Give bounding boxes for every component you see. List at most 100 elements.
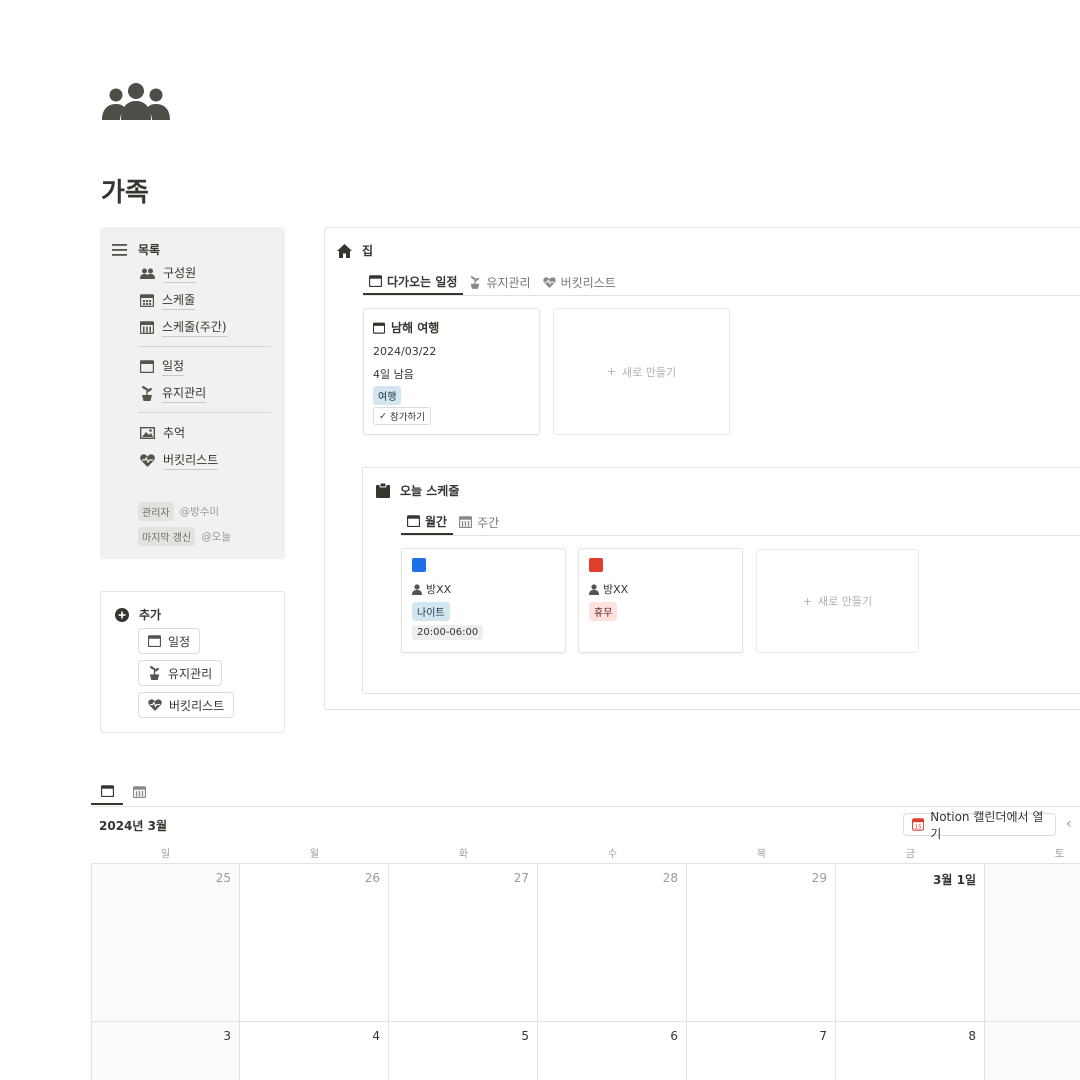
day-number: 29 (811, 871, 827, 885)
tab-maintenance[interactable]: 유지관리 (463, 269, 536, 295)
join-button[interactable]: ✓ 참가하기 (373, 407, 431, 425)
tab-monthly[interactable]: 월간 (401, 509, 454, 535)
calendar-day-cell[interactable] (985, 1022, 1080, 1080)
add-maintenance-button[interactable]: 유지관리 (138, 660, 223, 686)
calendar-day-cell[interactable]: 8 (836, 1022, 985, 1080)
tab-underline (401, 535, 1080, 536)
nav-panel: 목록 구성원 스케줄 스케줄(주간) 일정 유지관리 추억 버킷리스트 관리자 … (100, 227, 285, 559)
event-title: 남해 여행 (373, 319, 439, 336)
home-heading: 집 (337, 242, 373, 259)
menu-icon (112, 243, 127, 256)
chevron-left-icon[interactable]: ‹ (1066, 816, 1072, 832)
calendar-day-cell[interactable]: 29 (687, 864, 836, 1022)
svg-text:15: 15 (915, 825, 923, 831)
tab-bucketlist[interactable]: 버킷리스트 (537, 269, 622, 295)
today-tabs: 월간 주간 (401, 509, 505, 535)
calendar-icon (369, 275, 382, 287)
event-tag: 여행 (373, 386, 402, 405)
nav-item-schedule-weekly[interactable]: 스케줄(주간) (140, 318, 227, 337)
tab-weekly[interactable]: 주간 (453, 509, 505, 535)
plus-icon: + (606, 365, 617, 378)
weekday-label: 목 (756, 849, 767, 860)
nav-item-maintenance[interactable]: 유지관리 (140, 384, 207, 403)
event-card[interactable]: 남해 여행 2024/03/22 4일 남음 여행 ✓ 참가하기 (363, 308, 540, 435)
status-square (412, 558, 426, 572)
calendar-icon (148, 635, 161, 647)
updated-row: 마지막 갱신 @오늘 (138, 527, 231, 546)
calendar-day-cell[interactable]: 4 (240, 1022, 389, 1080)
heart-pulse-icon (148, 699, 162, 711)
status-square (589, 558, 603, 572)
day-number: 4 (372, 1029, 380, 1043)
plant-icon (471, 275, 480, 289)
day-number: 8 (968, 1029, 976, 1043)
calendar-day-cell[interactable]: 3월 1일 (836, 864, 985, 1022)
day-number: 5 (521, 1029, 529, 1043)
calendar-day-cell[interactable]: 25 (91, 864, 240, 1022)
day-number: 28 (662, 871, 678, 885)
new-event-card[interactable]: + 새로 만들기 (553, 308, 730, 435)
shift-tag: 휴무 (589, 602, 618, 621)
schedule-card[interactable]: 방XX 휴무 (578, 548, 743, 653)
add-bucketlist-button[interactable]: 버킷리스트 (138, 692, 235, 718)
day-number: 27 (513, 871, 529, 885)
add-event-button[interactable]: 일정 (138, 628, 201, 654)
day-number: 7 (819, 1029, 827, 1043)
today-panel: 오늘 스케줄 월간 주간 방XX 나이트 20:00-06:00 방XX 휴무 … (362, 467, 1080, 694)
calendar-day-cell[interactable]: 6 (538, 1022, 687, 1080)
open-notion-calendar-button[interactable]: 15 Notion 캘린더에서 열기 (903, 810, 1056, 841)
calendar-day-cell[interactable]: 28 (538, 864, 687, 1022)
new-schedule-card[interactable]: + 새로 만들기 (756, 549, 919, 653)
tab-calendar-week[interactable] (123, 779, 155, 805)
admin-row: 관리자 @방수미 (138, 502, 219, 521)
weekday-label: 월 (309, 849, 320, 860)
calendar-day-cell[interactable]: 5 (389, 1022, 538, 1080)
admin-mention[interactable]: @방수미 (180, 504, 219, 519)
day-number: 3월 1일 (933, 873, 976, 887)
plant-icon (142, 386, 152, 401)
updated-label: 마지막 갱신 (138, 527, 196, 546)
nav-item-memories[interactable]: 추억 (140, 424, 185, 441)
weekday-label: 일 (160, 849, 171, 860)
day-number: 26 (364, 871, 380, 885)
calendar-week-icon (140, 321, 154, 334)
day-number: 3 (223, 1029, 231, 1043)
add-panel: 추가 일정 유지관리 버킷리스트 (100, 591, 285, 733)
tab-calendar-month[interactable] (91, 779, 123, 805)
image-icon (140, 426, 155, 439)
clipboard-icon (376, 483, 390, 498)
nav-item-events[interactable]: 일정 (140, 357, 185, 376)
calendar-grid-icon (140, 294, 154, 307)
person-icon (589, 583, 599, 595)
nav-divider (138, 412, 271, 413)
calendar-month: 2024년 3월 (99, 819, 168, 833)
notion-calendar-icon: 15 (912, 818, 925, 831)
calendar-day-cell[interactable]: 27 (389, 864, 538, 1022)
family-icon[interactable] (101, 82, 171, 122)
event-date: 2024/03/22 (373, 345, 437, 358)
schedule-card[interactable]: 방XX 나이트 20:00-06:00 (401, 548, 566, 653)
nav-item-schedule[interactable]: 스케줄 (140, 291, 196, 310)
plus-circle-icon (115, 607, 129, 622)
heart-pulse-icon (140, 454, 155, 467)
calendar-day-cell[interactable]: 3 (91, 1022, 240, 1080)
shift-tag: 나이트 (412, 602, 450, 621)
calendar-day-cell[interactable] (985, 864, 1080, 1022)
calendar-day-cell[interactable]: 7 (687, 1022, 836, 1080)
calendar-week-icon (459, 516, 473, 528)
calendar-day-cell[interactable]: 26 (240, 864, 389, 1022)
heart-pulse-icon (542, 276, 556, 288)
calendar-icon (407, 515, 420, 527)
nav-item-bucketlist[interactable]: 버킷리스트 (140, 451, 219, 470)
today-heading: 오늘 스케줄 (376, 482, 459, 499)
tab-upcoming[interactable]: 다가오는 일정 (363, 269, 464, 295)
weekday-label: 수 (607, 849, 618, 860)
day-number: 6 (670, 1029, 678, 1043)
nav-item-members[interactable]: 구성원 (140, 264, 197, 283)
add-heading: 추가 (115, 606, 161, 623)
plus-icon: + (802, 594, 813, 608)
updated-mention[interactable]: @오늘 (201, 529, 231, 544)
calendar-icon (140, 360, 154, 373)
person-icon (412, 583, 422, 595)
weekday-label: 금 (905, 849, 916, 860)
